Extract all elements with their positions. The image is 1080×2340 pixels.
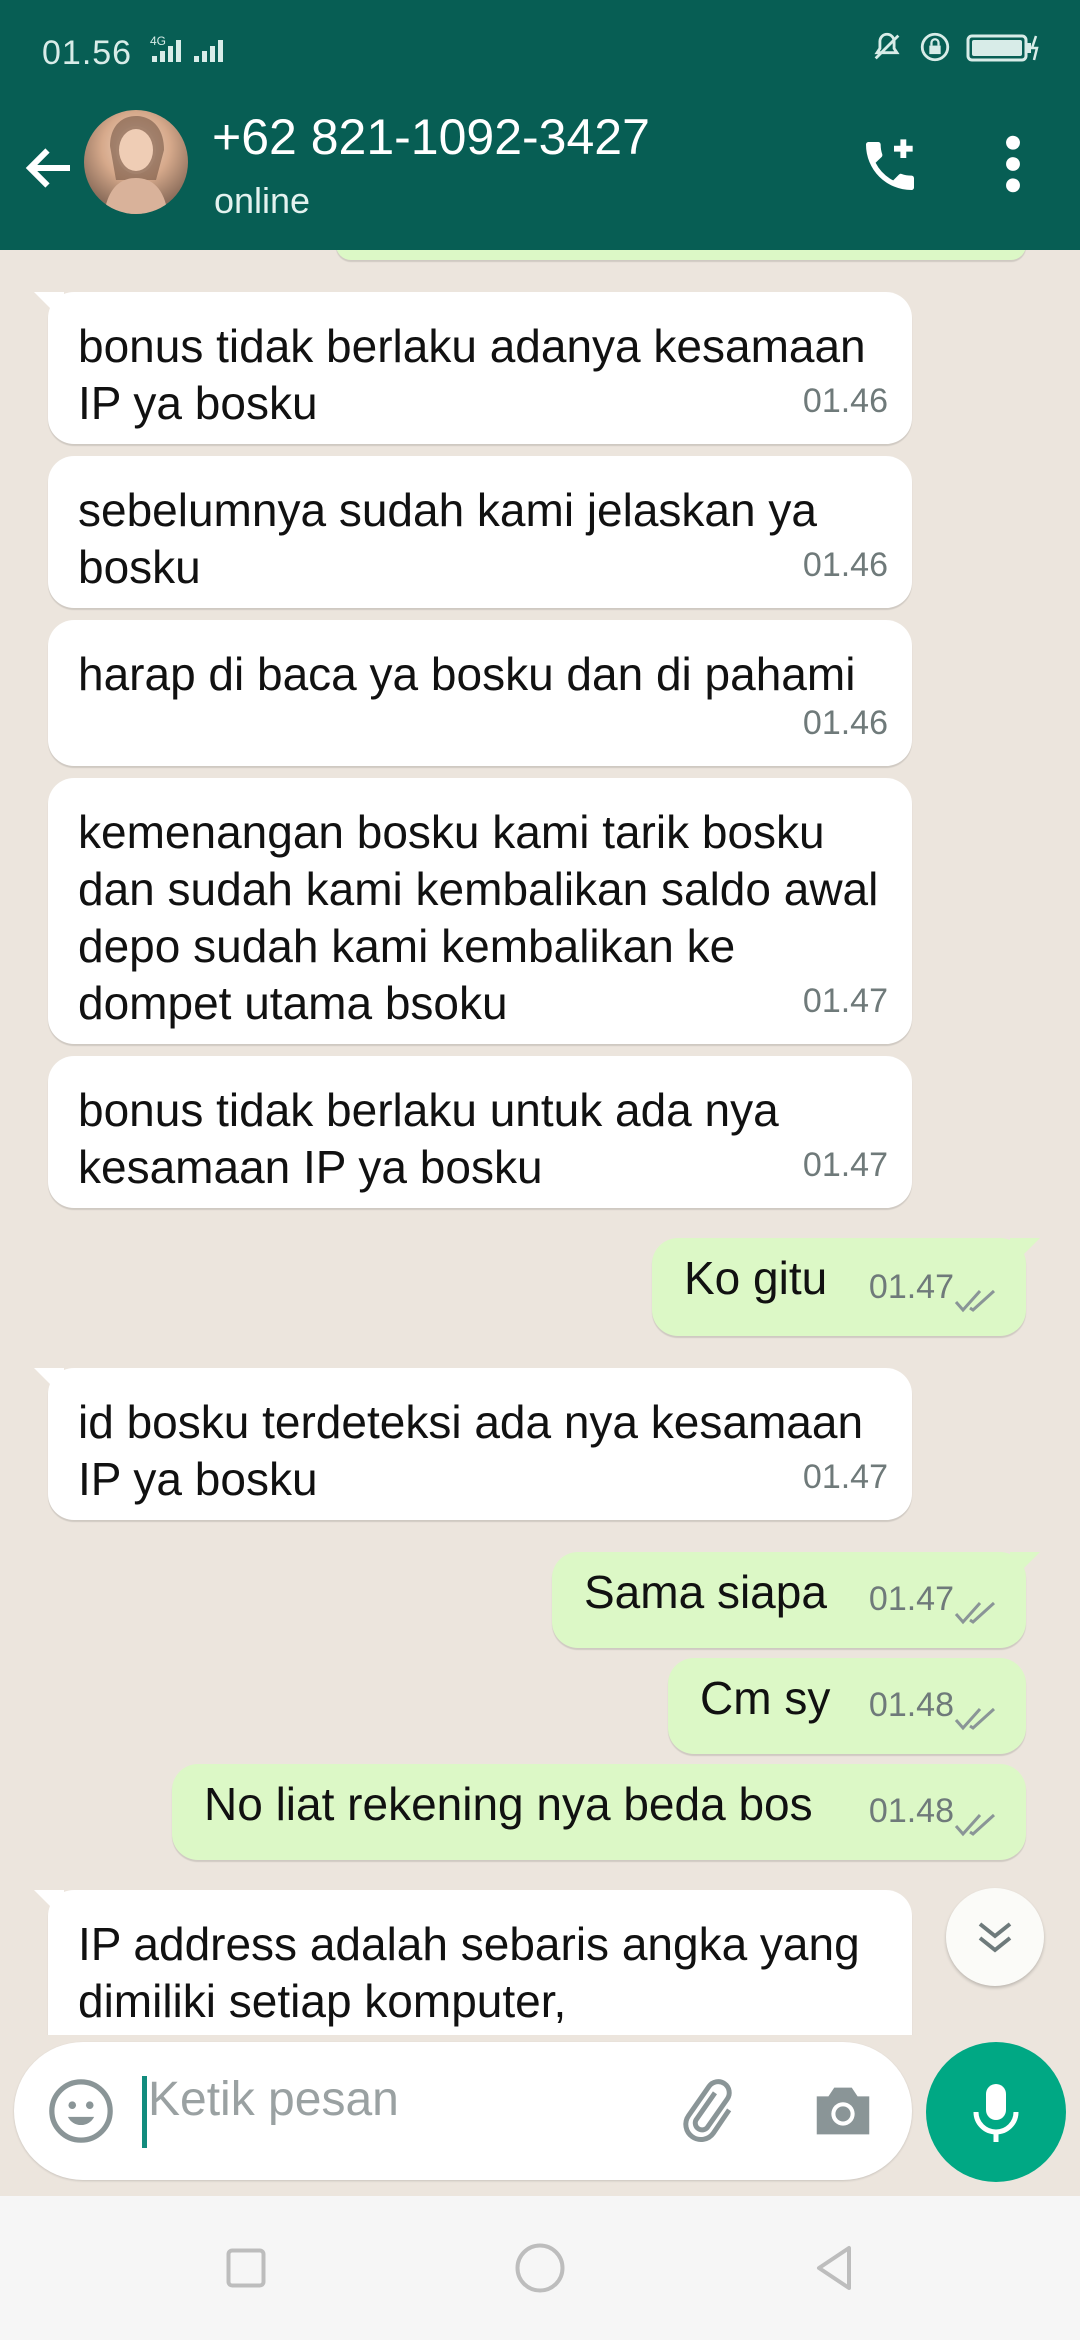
signal-icon: 4G [150,34,250,71]
incoming-message[interactable]: id bosku terdeteksi ada nya kesamaan IP … [34,1368,912,1520]
status-bar: 01.56 4G [0,0,1080,110]
message-text: IP address adalah sebaris angka yang dim… [78,1918,860,2027]
add-call-icon[interactable] [858,134,922,198]
incoming-message[interactable]: bonus tidak berlaku untuk ada nya kesama… [48,1056,912,1208]
read-ticks-icon [954,1813,996,1837]
message-text: No liat rekening nya beda bos [204,1778,813,1830]
outgoing-message[interactable]: Sama siapa 01.47 [552,1552,1040,1648]
nav-recents-icon[interactable] [216,2238,276,2298]
chat-header: +62 821-1092-3427 online [0,108,1080,250]
message-time: 01.47 [802,1146,888,1184]
scroll-down-icon [978,1922,1012,1953]
scroll-to-bottom-button[interactable] [946,1888,1044,1986]
message-time: 01.46 [802,382,888,420]
message-text: sebelumnya sudah kami jelaskan ya bosku [78,484,817,593]
message-time: 01.46 [802,704,888,742]
incoming-message[interactable]: IP address adalah sebaris angka yang dim… [34,1890,912,2035]
outgoing-message[interactable]: Ko gitu 01.47 [652,1238,1040,1336]
bubble-tail [1010,1552,1040,1582]
bubble-tail [34,1368,64,1398]
message-time: 01.47 [802,1458,888,1496]
mic-icon [973,2084,1019,2142]
contact-presence: online [214,180,311,221]
message-time: 01.48 [868,1686,954,1724]
mute-bell-icon [874,32,900,60]
lock-rotation-icon [920,32,950,62]
status-icons [870,30,1042,64]
message-text: Ko gitu [684,1252,828,1304]
message-list[interactable]: bonus tidak berlaku adanya kesamaan IP y… [0,250,1080,2035]
bubble-tail [34,292,64,322]
message-text: bonus tidak berlaku adanya kesamaan IP y… [78,320,866,429]
status-time: 01.56 [42,34,133,72]
message-bubble-partial [336,250,1026,260]
voice-record-button[interactable] [926,2042,1066,2182]
camera-icon[interactable] [808,2078,878,2144]
message-time: 01.46 [802,546,888,584]
nav-back-icon[interactable] [804,2238,864,2298]
attach-icon[interactable] [674,2078,740,2144]
incoming-message[interactable]: bonus tidak berlaku adanya kesamaan IP y… [34,292,912,444]
read-ticks-icon [954,1601,996,1625]
message-time: 01.47 [802,982,888,1020]
message-time: 01.47 [868,1580,954,1618]
message-time: 01.48 [868,1792,954,1830]
message-time: 01.47 [868,1268,954,1306]
back-arrow-icon[interactable] [20,138,80,198]
emoji-icon[interactable] [46,2076,116,2146]
system-navigation-bar [0,2196,1080,2340]
message-text: Sama siapa [584,1566,827,1618]
incoming-message[interactable]: sebelumnya sudah kami jelaskan ya bosku … [48,456,912,608]
bubble-tail [1010,1238,1040,1268]
message-text: Cm sy [700,1672,831,1724]
text-cursor [142,2076,147,2148]
bubble-tail [34,1890,64,1920]
more-vert-icon[interactable] [998,132,1028,196]
network-type: 4G [150,34,166,48]
battery-icon [966,34,1039,62]
message-text: bonus tidak berlaku untuk ada nya kesama… [78,1084,779,1193]
incoming-message[interactable]: kemenangan bosku kami tarik bosku dan su… [48,778,912,1044]
outgoing-message[interactable]: No liat rekening nya beda bos 01.48 [172,1764,1026,1860]
contact-avatar[interactable] [84,110,188,214]
nav-home-icon[interactable] [510,2238,570,2298]
outgoing-message[interactable]: Cm sy 01.48 [668,1658,1026,1754]
message-text: kemenangan bosku kami tarik bosku dan su… [78,806,879,1029]
incoming-message[interactable]: harap di baca ya bosku dan di pahami 01.… [48,620,912,766]
read-ticks-icon [954,1289,996,1313]
message-text: harap di baca ya bosku dan di pahami [78,648,856,700]
read-ticks-icon [954,1707,996,1731]
message-text: id bosku terdeteksi ada nya kesamaan IP … [78,1396,864,1505]
contact-name[interactable]: +62 821-1092-3427 [212,108,650,166]
message-composer: Ketik pesan [14,2042,912,2180]
message-input[interactable]: Ketik pesan [148,2072,399,2127]
